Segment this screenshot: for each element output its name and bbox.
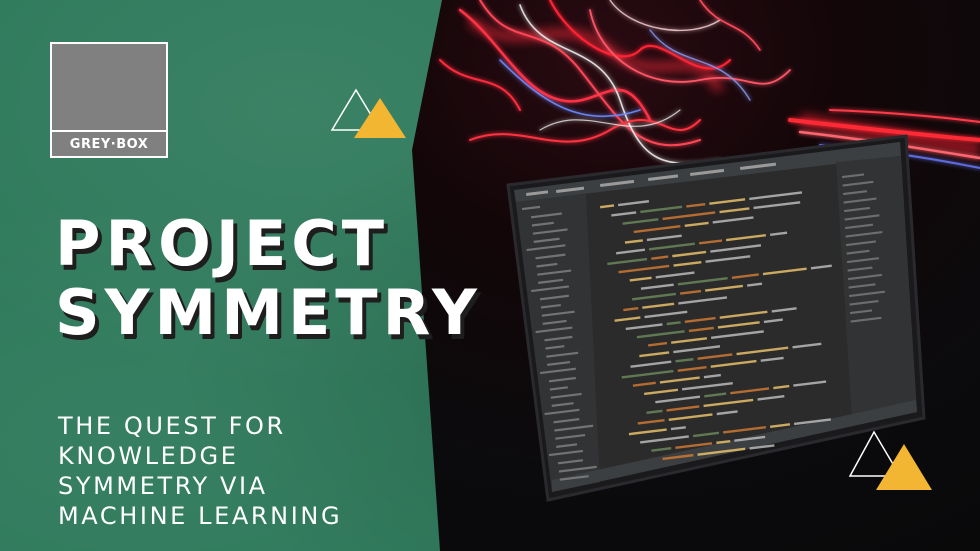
title-line-1: PROJECT — [55, 207, 390, 280]
triangle-pair-top — [330, 88, 406, 138]
subtitle-line-4: MACHINE LEARNING — [58, 502, 343, 530]
logo-divider — [52, 130, 166, 132]
subtitle-line-1: THE QUEST FOR — [58, 412, 286, 440]
triangle-pair-bottom — [848, 430, 932, 490]
thumbnail-canvas: GREY·BOX PROJECT SYMMETRY THE QUEST FOR … — [0, 0, 980, 551]
logo-text: GREY·BOX — [69, 137, 149, 152]
triangle-filled-icon — [354, 98, 406, 138]
title-line-2: SYMMETRY — [55, 276, 482, 349]
subtitle-line-2: KNOWLEDGE — [58, 442, 239, 470]
grey-box-logo: GREY·BOX — [50, 42, 168, 158]
subtitle-line-3: SYMMETRY VIA — [58, 472, 268, 500]
